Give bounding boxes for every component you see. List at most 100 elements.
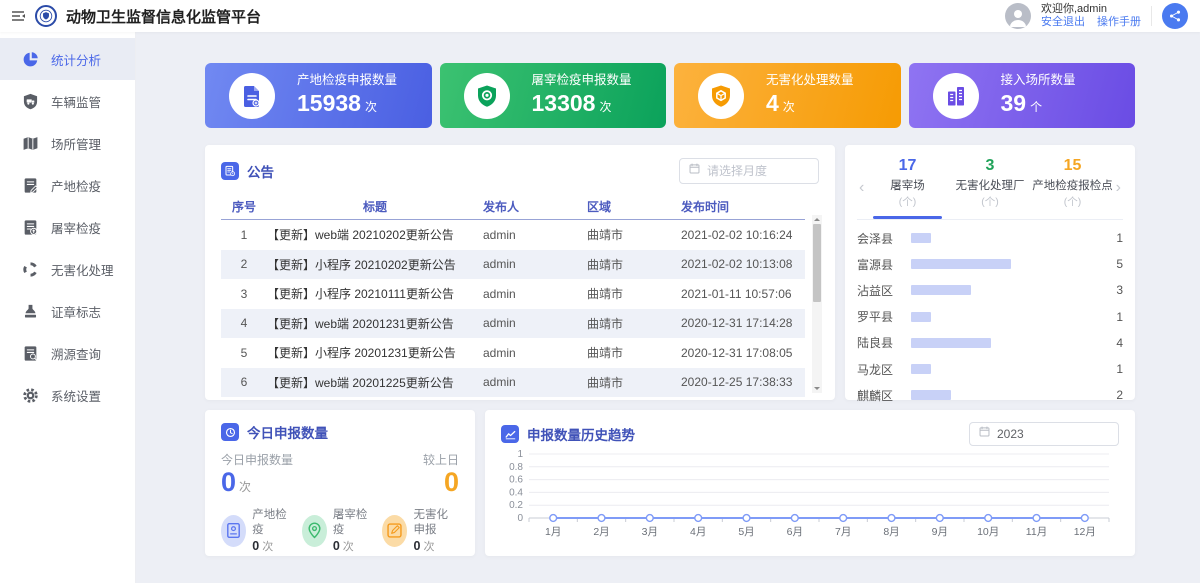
svg-text:4月: 4月 bbox=[690, 526, 706, 538]
county-bar bbox=[911, 259, 1011, 269]
table-cell: 2 bbox=[221, 257, 267, 271]
sidebar-item[interactable]: 无害化处理 bbox=[0, 248, 135, 290]
shield-box-icon bbox=[698, 73, 744, 119]
county-bar bbox=[911, 285, 971, 295]
table-row[interactable]: 5【更新】小程序 20201231更新公告admin曲靖市2020-12-31 … bbox=[221, 338, 805, 368]
today-count-block: 今日申报数量 0次 bbox=[221, 451, 293, 498]
clock-icon bbox=[221, 423, 239, 441]
table-cell: 【更新】web端 20201231更新公告 bbox=[267, 315, 483, 332]
county-bar-list: 会泽县1富源县5沾益区3罗平县1陆良县4马龙区1麒麟区2 bbox=[857, 225, 1123, 408]
today-item-value: 0次 bbox=[252, 538, 288, 554]
svg-text:3月: 3月 bbox=[642, 526, 658, 538]
svg-text:12月: 12月 bbox=[1074, 526, 1096, 538]
year-picker[interactable] bbox=[969, 422, 1119, 446]
facility-tab[interactable]: 3无害化处理厂(个) bbox=[949, 157, 1031, 219]
header-divider bbox=[1151, 6, 1152, 26]
sidebar-item[interactable]: 屠宰检疫 bbox=[0, 206, 135, 248]
sidebar-item[interactable]: 系统设置 bbox=[0, 374, 135, 416]
county-row: 会泽县1 bbox=[857, 225, 1123, 251]
gear-icon bbox=[22, 387, 39, 404]
collapse-menu-icon[interactable] bbox=[10, 8, 26, 24]
stat-card: 屠宰检疫申报数量13308次 bbox=[440, 63, 667, 128]
stat-cards-row: 产地检疫申报数量15938次屠宰检疫申报数量13308次无害化处理数量4次接入场… bbox=[205, 63, 1135, 128]
table-row[interactable]: 6【更新】web端 20201225更新公告admin曲靖市2020-12-25… bbox=[221, 368, 805, 398]
county-value: 3 bbox=[1105, 283, 1123, 297]
svg-text:0.4: 0.4 bbox=[509, 487, 523, 498]
divider bbox=[857, 219, 1123, 220]
table-row[interactable]: 4【更新】web端 20201231更新公告admin曲靖市2020-12-31… bbox=[221, 309, 805, 339]
month-input[interactable] bbox=[707, 164, 810, 178]
trend-line-icon bbox=[501, 425, 519, 443]
table-cell: 【更新】小程序 20210202更新公告 bbox=[267, 256, 483, 273]
table-cell: 3 bbox=[221, 287, 267, 301]
manual-link[interactable]: 操作手册 bbox=[1097, 16, 1141, 29]
table-cell: 2020-12-31 17:08:05 bbox=[681, 346, 805, 360]
table-cell: 曲靖市 bbox=[587, 226, 681, 243]
table-row[interactable]: 2【更新】小程序 20210202更新公告admin曲靖市2021-02-02 … bbox=[221, 250, 805, 280]
sidebar-item[interactable]: 证章标志 bbox=[0, 290, 135, 332]
welcome-text: 欢迎你,admin bbox=[1041, 3, 1141, 16]
table-scrollbar[interactable] bbox=[812, 215, 822, 393]
table-cell: 曲靖市 bbox=[587, 374, 681, 391]
stat-card-label: 无害化处理数量 bbox=[766, 73, 854, 89]
app-root: 动物卫生监督信息化监管平台 欢迎你,admin 安全退出 操作手册 统计分析车辆… bbox=[0, 0, 1200, 583]
vehicle-shield-icon bbox=[22, 93, 39, 110]
county-name: 沾益区 bbox=[857, 282, 907, 299]
share-network-icon[interactable] bbox=[1162, 3, 1188, 29]
county-row: 陆良县 4 bbox=[857, 330, 1123, 356]
county-value: 4 bbox=[1105, 336, 1123, 350]
next-arrow-icon[interactable]: › bbox=[1114, 180, 1123, 196]
sidebar-item[interactable]: 车辆监管 bbox=[0, 80, 135, 122]
sidebar-item[interactable]: 溯源查询 bbox=[0, 332, 135, 374]
table-cell: admin bbox=[483, 346, 587, 360]
prev-arrow-icon[interactable]: ‹ bbox=[857, 180, 866, 196]
sidebar-item[interactable]: 统计分析 bbox=[0, 38, 135, 80]
county-name: 陆良县 bbox=[857, 334, 907, 351]
county-bar bbox=[911, 312, 931, 322]
table-row[interactable]: 3【更新】小程序 20210111更新公告admin曲靖市2021-01-11 … bbox=[221, 279, 805, 309]
today-item: 无害化申报0次 bbox=[382, 508, 459, 554]
diff-value: 0 bbox=[423, 468, 459, 498]
scroll-down-arrow[interactable] bbox=[814, 387, 820, 390]
table-row[interactable]: 1【更新】web端 20210202更新公告admin曲靖市2021-02-02… bbox=[221, 220, 805, 250]
today-item-label: 产地检疫 bbox=[252, 508, 288, 538]
user-block: 欢迎你,admin 安全退出 操作手册 bbox=[1041, 3, 1141, 28]
facility-tab[interactable]: 15产地检疫报检点(个) bbox=[1031, 157, 1113, 219]
month-picker[interactable] bbox=[679, 158, 819, 184]
table-cell: 【更新】web端 20210202更新公告 bbox=[267, 226, 483, 243]
county-name: 马龙区 bbox=[857, 361, 907, 378]
table-cell: admin bbox=[483, 375, 587, 389]
scroll-thumb[interactable] bbox=[813, 224, 821, 302]
logout-link[interactable]: 安全退出 bbox=[1041, 16, 1085, 29]
facility-tab-label: 屠宰场 bbox=[866, 177, 948, 193]
document-card-icon bbox=[229, 73, 275, 119]
stamp-icon bbox=[22, 303, 39, 320]
facility-tab[interactable]: 17屠宰场(个) bbox=[866, 157, 948, 219]
county-row: 罗平县1 bbox=[857, 304, 1123, 330]
edit-pen-icon bbox=[382, 515, 407, 547]
sidebar-item[interactable]: 场所管理 bbox=[0, 122, 135, 164]
county-bar bbox=[911, 233, 931, 243]
county-name: 罗平县 bbox=[857, 308, 907, 325]
badge-logo-icon bbox=[35, 5, 57, 27]
county-row: 沾益区 3 bbox=[857, 277, 1123, 303]
county-value: 2 bbox=[1105, 388, 1123, 402]
avatar-icon[interactable] bbox=[1005, 3, 1031, 29]
year-input[interactable] bbox=[997, 427, 1110, 441]
table-cell: admin bbox=[483, 228, 587, 242]
table-cell: 6 bbox=[221, 375, 267, 389]
svg-text:2月: 2月 bbox=[593, 526, 609, 538]
document-search-icon bbox=[22, 345, 39, 362]
facility-panel: ‹ 17屠宰场(个)3无害化处理厂(个)15产地检疫报检点(个) › 会泽县1富… bbox=[845, 145, 1135, 400]
column-header: 区域 bbox=[587, 198, 681, 215]
sidebar-item[interactable]: 产地检疫 bbox=[0, 164, 135, 206]
sidebar: 统计分析车辆监管场所管理产地检疫屠宰检疫无害化处理证章标志溯源查询系统设置 bbox=[0, 32, 136, 583]
scroll-up-arrow[interactable] bbox=[814, 218, 820, 221]
sidebar-item-label: 溯源查询 bbox=[51, 344, 101, 363]
stat-card-label: 屠宰检疫申报数量 bbox=[532, 73, 632, 89]
main-content: 产地检疫申报数量15938次屠宰检疫申报数量13308次无害化处理数量4次接入场… bbox=[136, 32, 1200, 583]
calendar-icon bbox=[978, 425, 991, 443]
facility-tab-unit: (个) bbox=[949, 194, 1031, 209]
app-title: 动物卫生监督信息化监管平台 bbox=[66, 6, 261, 27]
county-bar bbox=[911, 338, 991, 348]
